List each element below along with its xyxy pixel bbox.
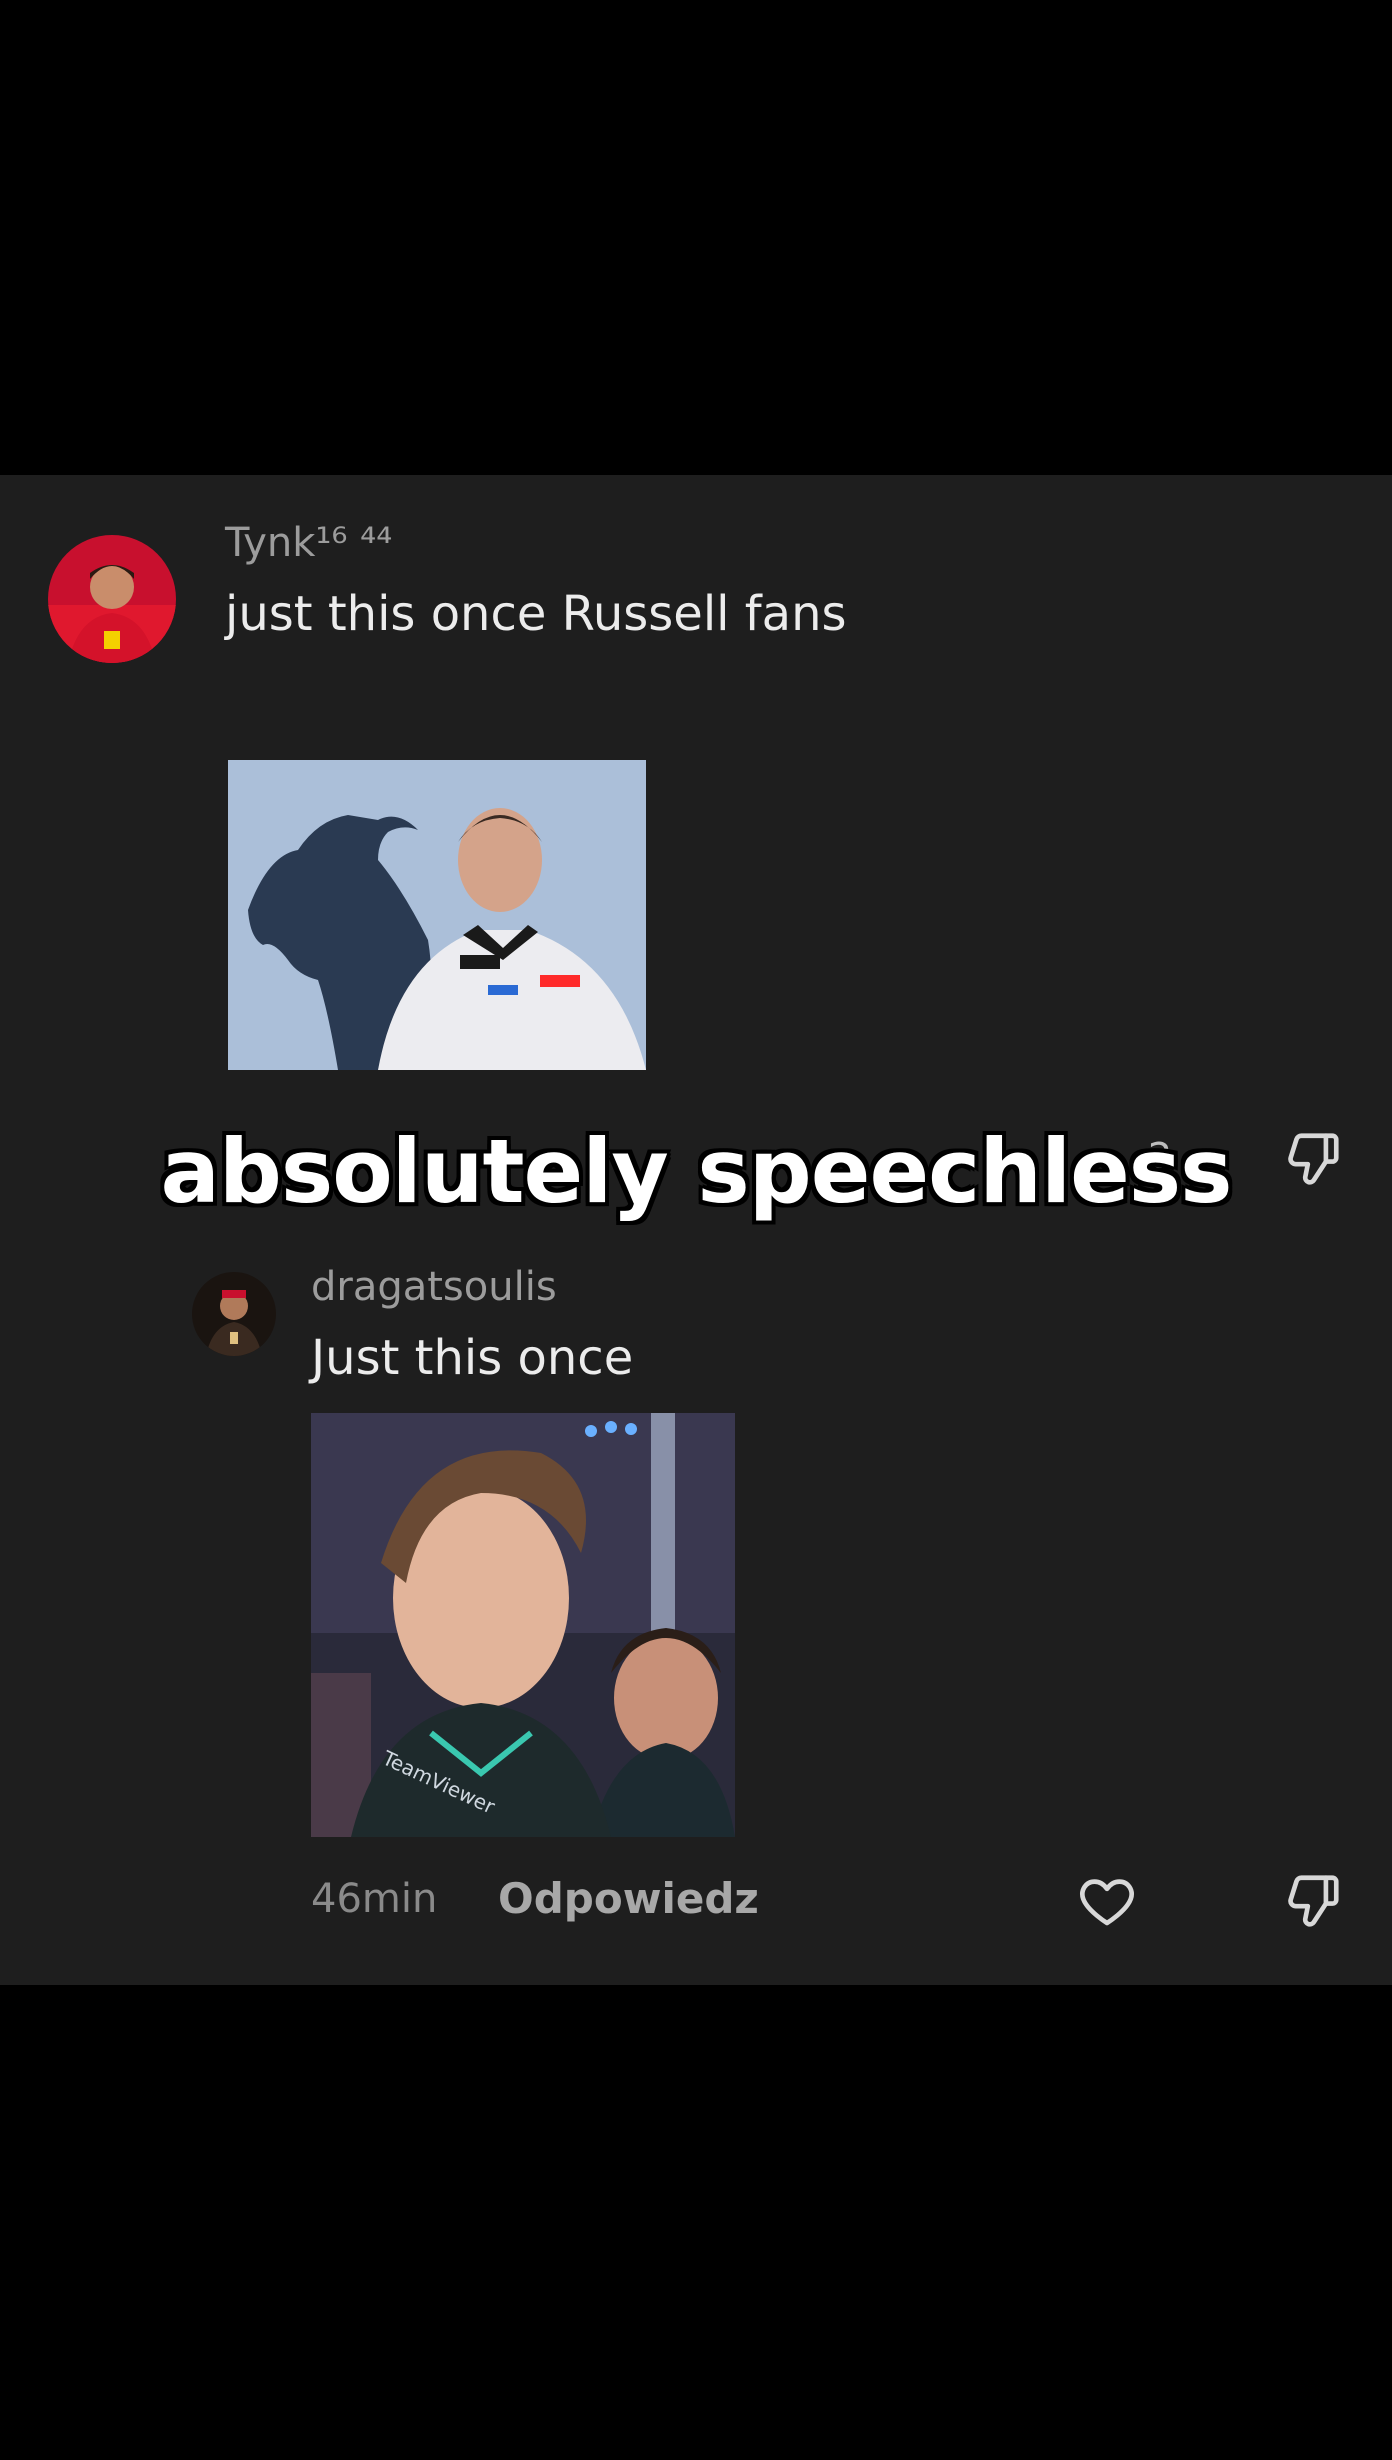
avatar-image	[192, 1272, 276, 1356]
comment-text: Just this once	[311, 1330, 634, 1386]
heart-icon[interactable]	[1076, 1870, 1138, 1932]
comment-image[interactable]: TeamViewer	[311, 1413, 735, 1837]
comment-timestamp: 46min	[311, 1876, 438, 1922]
video-caption-overlay: absolutely speechless	[160, 1120, 1232, 1223]
avatar[interactable]	[48, 535, 176, 663]
avatar[interactable]	[192, 1272, 276, 1356]
goat-driver-image	[228, 760, 646, 1070]
comment-image[interactable]	[228, 760, 646, 1070]
avatar-image	[48, 535, 176, 663]
comment-username[interactable]: Tynk¹⁶ ⁴⁴	[225, 520, 392, 566]
comment-text: just this once Russell fans	[225, 586, 847, 642]
russell-image: TeamViewer	[311, 1413, 735, 1837]
reply-button[interactable]: Odpowiedz	[498, 1874, 759, 1923]
thumbs-down-icon[interactable]	[1282, 1870, 1344, 1932]
comment-username[interactable]: dragatsoulis	[311, 1264, 557, 1310]
